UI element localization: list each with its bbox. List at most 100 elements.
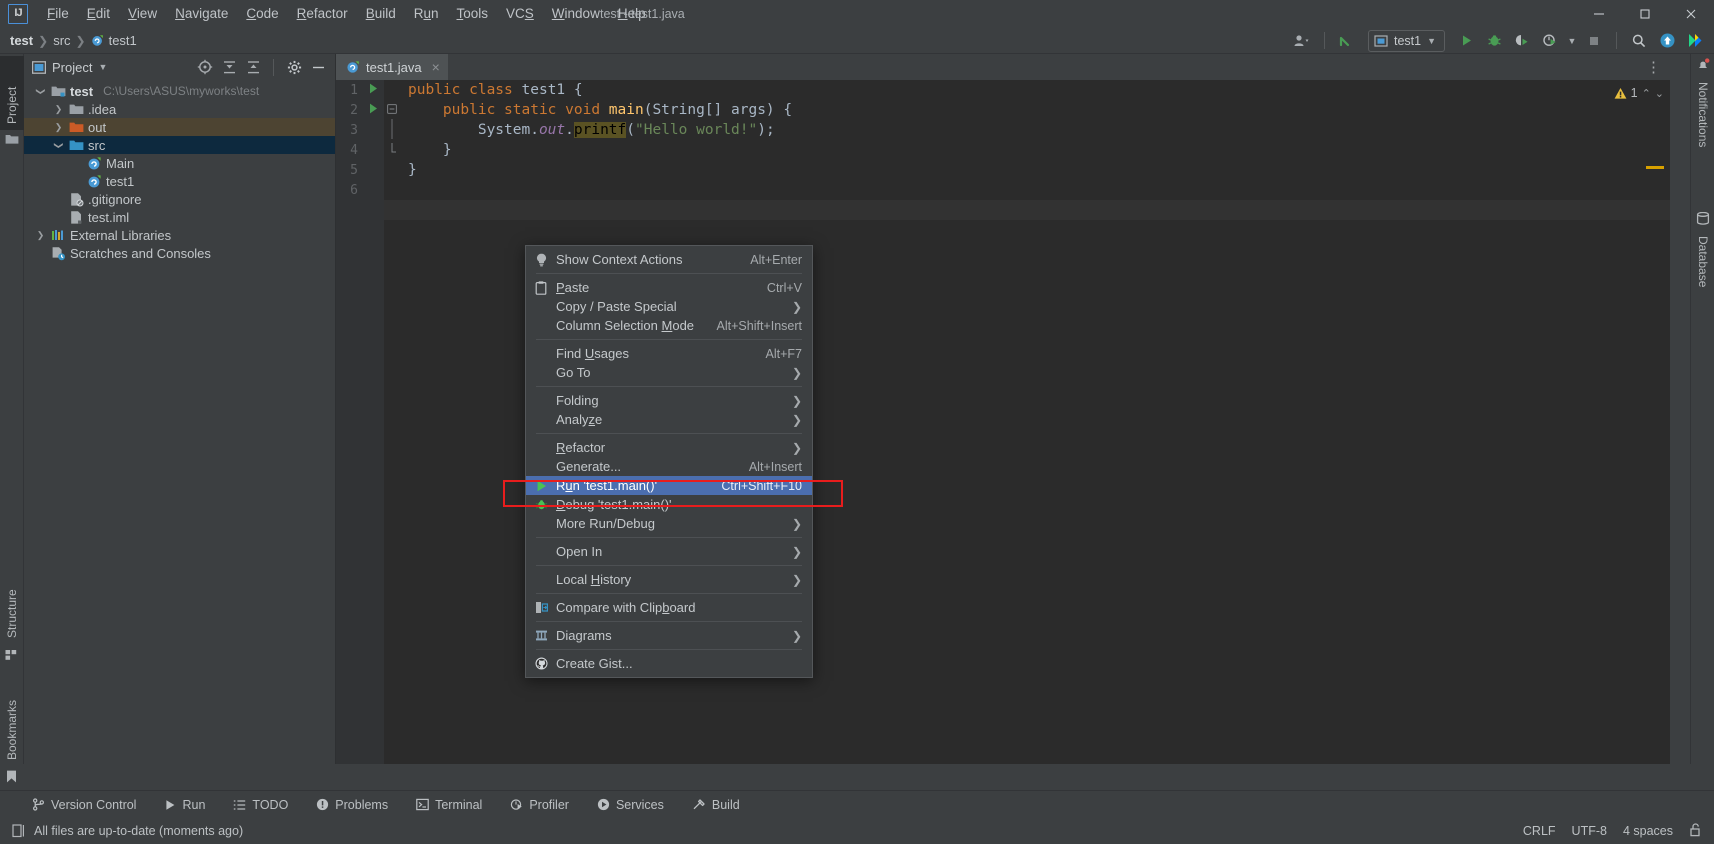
- fold-marker-icon[interactable]: [384, 118, 400, 142]
- bottom-tab-todo[interactable]: TODO: [219, 791, 302, 819]
- menu-view[interactable]: View: [119, 0, 166, 28]
- tab-test1-java[interactable]: test1.java ×: [336, 54, 448, 80]
- encoding-indicator[interactable]: UTF-8: [1572, 824, 1607, 838]
- chevron-down-icon[interactable]: ❯: [53, 139, 64, 152]
- bottom-tab-build[interactable]: Build: [678, 791, 754, 819]
- debug-icon[interactable]: [1481, 29, 1507, 53]
- search-icon[interactable]: [1626, 29, 1652, 53]
- chevron-right-icon[interactable]: ❯: [52, 104, 65, 115]
- close-icon[interactable]: [1668, 0, 1714, 28]
- tree-node-scratches-and-consoles[interactable]: Scratches and Consoles: [24, 244, 335, 262]
- menu-code[interactable]: Code: [237, 0, 287, 28]
- tree-node-out[interactable]: ❯ out: [24, 118, 335, 136]
- context-menu-item-compare-with-clipboard[interactable]: Compare with Clipboard: [526, 598, 812, 617]
- context-menu-item-copy-paste-special[interactable]: Copy / Paste Special ❯: [526, 297, 812, 316]
- context-menu-item-column-selection-mode[interactable]: Column Selection Mode Alt+Shift+Insert: [526, 316, 812, 335]
- code-line[interactable]: 2 public static void main(String[] args)…: [336, 100, 1670, 120]
- menu-window[interactable]: Window: [543, 0, 609, 28]
- run-icon[interactable]: [1453, 29, 1479, 53]
- expand-all-icon[interactable]: [218, 56, 240, 78]
- tree-node-src[interactable]: ❯ src: [24, 136, 335, 154]
- context-menu-item-debug-test1-main[interactable]: Debug 'test1.main()': [526, 495, 812, 514]
- sidebar-item-bookmarks[interactable]: Bookmarks: [0, 676, 24, 766]
- warning-indicator[interactable]: 1 ⌃ ⌄: [1614, 86, 1664, 100]
- minimize-icon[interactable]: [1576, 0, 1622, 28]
- menu-edit[interactable]: Edit: [78, 0, 119, 28]
- run-coverage-icon[interactable]: [1509, 29, 1535, 53]
- run-configuration-selector[interactable]: test1 ▼: [1367, 29, 1445, 52]
- ide-icon[interactable]: [1682, 29, 1708, 53]
- scrollbar-warning-marker[interactable]: [1646, 166, 1664, 169]
- context-menu-item-run-test1-main[interactable]: Run 'test1.main()' Ctrl+Shift+F10: [526, 476, 812, 495]
- sidebar-item-database[interactable]: Database: [1691, 230, 1714, 312]
- chevron-right-icon[interactable]: ❯: [52, 122, 65, 133]
- menu-tools[interactable]: Tools: [448, 0, 498, 28]
- context-menu-item-folding[interactable]: Folding ❯: [526, 391, 812, 410]
- stop-icon[interactable]: [1581, 29, 1607, 53]
- chevron-right-icon[interactable]: ❯: [34, 230, 47, 241]
- menu-build[interactable]: Build: [357, 0, 405, 28]
- context-menu-item-diagrams[interactable]: Diagrams ❯: [526, 626, 812, 645]
- code-line[interactable]: 1 public class test1 {: [336, 80, 1670, 100]
- sidebar-item-project[interactable]: Project: [0, 56, 24, 130]
- run-gutter-icon[interactable]: [362, 83, 384, 97]
- bottom-tab-services[interactable]: Services: [583, 791, 678, 819]
- breadcrumb-item-src[interactable]: src: [53, 33, 70, 48]
- bottom-tab-profiler[interactable]: Profiler: [496, 791, 583, 819]
- maximize-icon[interactable]: [1622, 0, 1668, 28]
- context-menu-item-analyze[interactable]: Analyze ❯: [526, 410, 812, 429]
- breadcrumb-item-test[interactable]: test: [10, 33, 33, 48]
- profiler-icon[interactable]: [1537, 29, 1563, 53]
- tree-node-test1[interactable]: test1: [24, 172, 335, 190]
- code-line[interactable]: 5}: [336, 160, 1670, 180]
- chevron-down-icon[interactable]: ▼: [98, 62, 107, 72]
- menu-file[interactable]: File: [38, 0, 78, 28]
- code-line[interactable]: 6: [336, 180, 1670, 200]
- sidebar-item-structure[interactable]: Structure: [0, 564, 24, 644]
- context-menu-item-local-history[interactable]: Local History ❯: [526, 570, 812, 589]
- close-icon[interactable]: ×: [432, 59, 440, 75]
- context-menu-item-go-to[interactable]: Go To ❯: [526, 363, 812, 382]
- user-icon[interactable]: [1289, 29, 1315, 53]
- line-separator-indicator[interactable]: CRLF: [1523, 824, 1556, 838]
- run-gutter-icon[interactable]: [362, 103, 384, 117]
- menu-navigate[interactable]: Navigate: [166, 0, 237, 28]
- context-menu-item-show-context-actions[interactable]: Show Context Actions Alt+Enter: [526, 250, 812, 269]
- tree-node--idea[interactable]: ❯ .idea: [24, 100, 335, 118]
- chevron-down-icon[interactable]: ❯: [35, 85, 46, 98]
- context-menu-item-more-run-debug[interactable]: More Run/Debug ❯: [526, 514, 812, 533]
- code-line[interactable]: 3 System.out.printf("Hello world!");: [336, 118, 1670, 142]
- more-options-icon[interactable]: ⋮: [1646, 58, 1662, 76]
- chevron-down-icon[interactable]: ▼: [1565, 29, 1579, 53]
- tree-node-test-iml[interactable]: test.iml: [24, 208, 335, 226]
- code-line[interactable]: 4 }: [336, 140, 1670, 160]
- update-project-icon[interactable]: [1334, 29, 1360, 53]
- context-menu-item-generate[interactable]: Generate... Alt+Insert: [526, 457, 812, 476]
- unlocked-icon[interactable]: [1689, 822, 1702, 840]
- scroll-from-source-icon[interactable]: [194, 56, 216, 78]
- context-menu-item-open-in[interactable]: Open In ❯: [526, 542, 812, 561]
- collapse-all-icon[interactable]: [242, 56, 264, 78]
- tree-node--gitignore[interactable]: .gitignore: [24, 190, 335, 208]
- context-menu-item-find-usages[interactable]: Find Usages Alt+F7: [526, 344, 812, 363]
- hide-panel-icon[interactable]: [307, 56, 329, 78]
- tree-node-main[interactable]: Main: [24, 154, 335, 172]
- gear-icon[interactable]: [283, 56, 305, 78]
- tree-node-external-libraries[interactable]: ❯ External Libraries: [24, 226, 335, 244]
- menu-vcs[interactable]: VCS: [497, 0, 543, 28]
- menu-refactor[interactable]: Refactor: [288, 0, 357, 28]
- bottom-tab-run[interactable]: Run: [150, 791, 219, 819]
- tree-node-test[interactable]: ❯ test C:\Users\ASUS\myworks\test: [24, 82, 335, 100]
- fold-marker-icon[interactable]: [384, 103, 400, 117]
- chevron-up-icon[interactable]: ⌃: [1642, 87, 1651, 100]
- editor-context-menu[interactable]: Show Context Actions Alt+Enter Paste Ctrl+V…: [525, 245, 813, 678]
- context-menu-item-paste[interactable]: Paste Ctrl+V: [526, 278, 812, 297]
- breadcrumb-item-test1[interactable]: test1: [91, 33, 137, 48]
- sidebar-item-notifications[interactable]: Notifications: [1691, 76, 1714, 180]
- indent-indicator[interactable]: 4 spaces: [1623, 824, 1673, 838]
- fold-marker-icon[interactable]: [384, 142, 400, 158]
- context-menu-item-refactor[interactable]: Refactor ❯: [526, 438, 812, 457]
- upload-icon[interactable]: [1654, 29, 1680, 53]
- code-lines[interactable]: 1 public class test1 {2 public static voi…: [336, 80, 1670, 200]
- context-menu-item-create-gist[interactable]: Create Gist...: [526, 654, 812, 673]
